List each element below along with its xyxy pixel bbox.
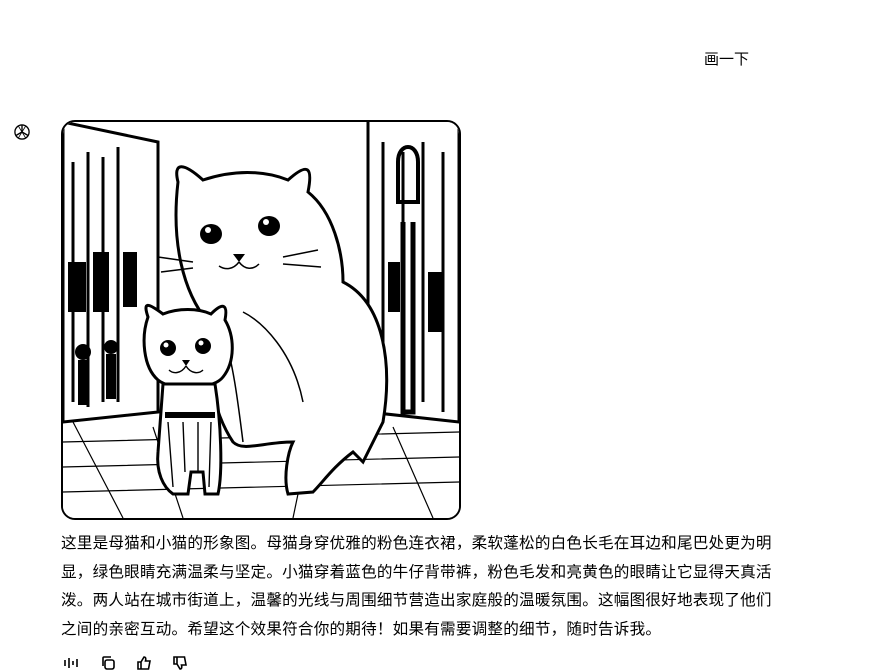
openai-logo-icon — [10, 120, 34, 144]
thumbs-down-icon[interactable] — [169, 654, 191, 672]
message-action-bar — [61, 654, 191, 672]
thumbs-up-icon[interactable] — [133, 654, 155, 672]
read-aloud-icon[interactable] — [61, 654, 83, 672]
generated-image-mother-and-kitten[interactable] — [61, 120, 461, 520]
user-message-text: 画一下 — [704, 49, 750, 68]
assistant-reply-text: 这里是母猫和小猫的形象图。母猫身穿优雅的粉色连衣裙，柔软蓬松的白色长毛在耳边和尾… — [61, 534, 772, 638]
copy-icon[interactable] — [97, 654, 119, 672]
user-message-bubble: 画一下 — [690, 42, 764, 74]
